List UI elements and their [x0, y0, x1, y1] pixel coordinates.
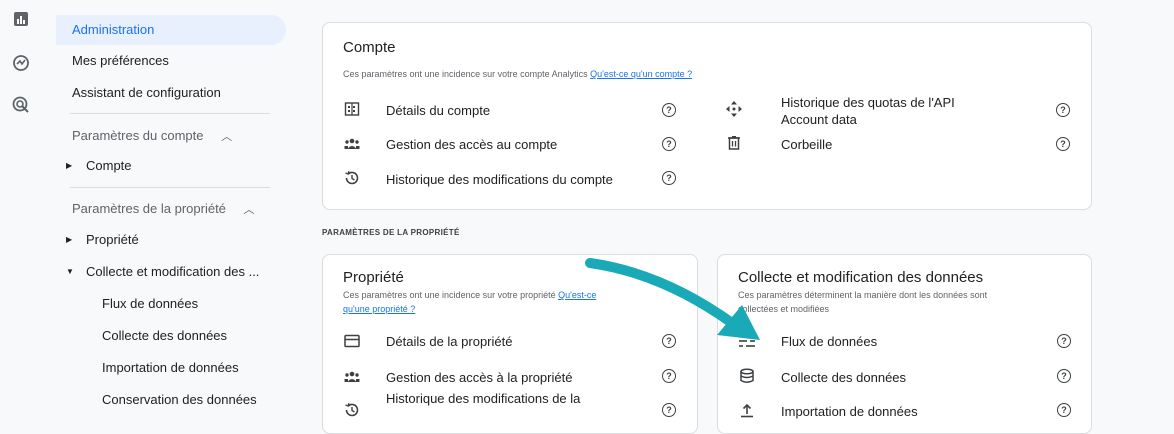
- data-collection-description-line-1: Ces paramètres déterminent la manière do…: [738, 290, 988, 300]
- nav-account-settings-label: Paramètres du compte: [72, 128, 204, 143]
- help-icon[interactable]: ?: [662, 369, 676, 383]
- nav-property-settings-label: Paramètres de la propriété: [72, 201, 226, 216]
- explore-icon[interactable]: [10, 52, 32, 74]
- nav-sub-data-streams[interactable]: Flux de données: [102, 294, 198, 314]
- nav-administration[interactable]: Administration: [56, 15, 286, 45]
- property-change-history-row[interactable]: Historique des modifications de la: [386, 390, 580, 407]
- nav-divider: [70, 187, 270, 188]
- people-icon: [343, 368, 361, 386]
- history-icon: [343, 401, 361, 419]
- upload-icon: [738, 401, 756, 419]
- caret-right-icon: ▶: [66, 235, 73, 244]
- move-arrows-icon: [725, 100, 743, 118]
- nav-property[interactable]: Propriété: [86, 230, 139, 250]
- data-collection-row[interactable]: Collecte des données: [781, 369, 906, 386]
- nav-account[interactable]: Compte: [86, 156, 132, 176]
- data-streams-row[interactable]: Flux de données: [781, 333, 877, 350]
- history-icon: [343, 169, 361, 187]
- nav-divider: [70, 113, 270, 114]
- nav-property-settings[interactable]: Paramètres de la propriété ︿: [72, 199, 255, 220]
- trash-row[interactable]: Corbeille: [781, 136, 832, 153]
- help-icon[interactable]: ?: [662, 137, 676, 151]
- chevron-up-icon: ︿: [243, 204, 255, 216]
- people-icon: [343, 135, 361, 153]
- nav-preferences-label: Mes préférences: [72, 53, 169, 68]
- account-card: Compte Ces paramètres ont une incidence …: [322, 22, 1092, 210]
- nav-administration-label: Administration: [72, 22, 155, 37]
- help-icon[interactable]: ?: [662, 103, 676, 117]
- data-collection-card: Collecte et modification des données Ces…: [717, 254, 1092, 434]
- help-icon[interactable]: ?: [662, 171, 676, 185]
- nav-sub-data-import[interactable]: Importation de données: [102, 358, 239, 378]
- what-is-property-link-continued[interactable]: qu'une propriété ?: [343, 304, 415, 314]
- data-import-row[interactable]: Importation de données: [781, 403, 918, 420]
- account-card-description: Ces paramètres ont une incidence sur vot…: [343, 67, 692, 81]
- api-quota-history-row[interactable]: Historique des quotas de l'API Account d…: [781, 94, 981, 128]
- account-card-description-text: Ces paramètres ont une incidence sur vot…: [343, 69, 591, 79]
- help-icon[interactable]: ?: [1057, 334, 1071, 348]
- nav-data-collection-modification[interactable]: Collecte et modification des ...: [86, 262, 259, 282]
- left-rail: [0, 0, 46, 414]
- data-collection-card-title: Collecte et modification des données: [738, 269, 984, 286]
- property-access-management-row[interactable]: Gestion des accès à la propriété: [386, 369, 572, 386]
- help-icon[interactable]: ?: [1056, 103, 1070, 117]
- nav-preferences[interactable]: Mes préférences: [60, 46, 318, 76]
- main-content: Compte Ces paramètres ont une incidence …: [292, 0, 1174, 434]
- help-icon[interactable]: ?: [662, 403, 676, 417]
- account-access-management-row[interactable]: Gestion des accès au compte: [386, 136, 557, 153]
- nav-setup-assistant[interactable]: Assistant de configuration: [60, 78, 318, 108]
- database-icon: [738, 367, 756, 385]
- what-is-account-link[interactable]: Qu'est-ce qu'un compte ?: [590, 69, 692, 79]
- annotation-arrow: [585, 258, 760, 340]
- property-details-icon: [343, 332, 361, 350]
- data-collection-card-description: Ces paramètres déterminent la manière do…: [738, 288, 1078, 316]
- building-icon: [343, 100, 361, 118]
- chevron-up-icon: ︿: [221, 131, 233, 143]
- property-card-description-text: Ces paramètres ont une incidence sur vot…: [343, 290, 559, 300]
- nav-account-settings[interactable]: Paramètres du compte ︿: [72, 126, 232, 147]
- account-change-history-row[interactable]: Historique des modifications du compte: [386, 171, 613, 188]
- trash-icon: [725, 134, 743, 152]
- admin-nav: Administration Mes préférences Assistant…: [46, 0, 292, 414]
- advertising-icon[interactable]: [10, 94, 32, 116]
- property-details-row[interactable]: Détails de la propriété: [386, 333, 512, 350]
- account-card-title: Compte: [343, 39, 396, 56]
- property-card-title: Propriété: [343, 269, 404, 286]
- help-icon[interactable]: ?: [1057, 403, 1071, 417]
- nav-sub-data-collection[interactable]: Collecte des données: [102, 326, 227, 346]
- nav-sub-data-retention[interactable]: Conservation des données: [102, 390, 257, 410]
- caret-down-icon: ▼: [66, 267, 74, 276]
- caret-right-icon: ▶: [66, 161, 73, 170]
- nav-setup-assistant-label: Assistant de configuration: [72, 85, 221, 100]
- help-icon[interactable]: ?: [1057, 369, 1071, 383]
- property-settings-section-label: PARAMÈTRES DE LA PROPRIÉTÉ: [322, 228, 460, 237]
- bar-chart-icon[interactable]: [10, 8, 32, 30]
- account-details-row[interactable]: Détails du compte: [386, 102, 490, 119]
- help-icon[interactable]: ?: [1056, 137, 1070, 151]
